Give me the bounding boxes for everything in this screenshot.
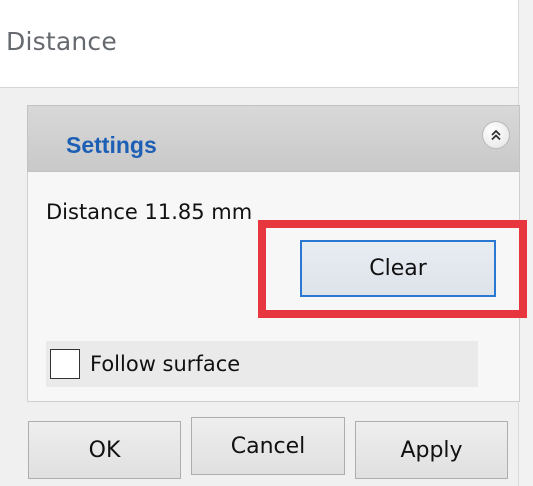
distance-readout: Distance 11.85 mm — [46, 200, 253, 224]
highlight-box — [258, 220, 527, 318]
follow-surface-checkbox[interactable] — [50, 349, 80, 379]
double-chevron-up-icon — [491, 129, 501, 141]
collapse-button[interactable] — [482, 121, 510, 149]
settings-header[interactable]: Settings — [27, 105, 520, 172]
title-bar: Distance — [0, 0, 518, 88]
follow-surface-label[interactable]: Follow surface — [90, 352, 240, 376]
cancel-button[interactable]: Cancel — [191, 417, 345, 475]
settings-title: Settings — [66, 132, 157, 158]
window-title: Distance — [6, 27, 117, 56]
follow-surface-row[interactable]: Follow surface — [46, 341, 478, 387]
apply-button[interactable]: Apply — [355, 421, 508, 479]
ok-button[interactable]: OK — [28, 421, 181, 479]
task-panel: Distance Settings Distance 11.85 mm Clea… — [0, 0, 533, 486]
